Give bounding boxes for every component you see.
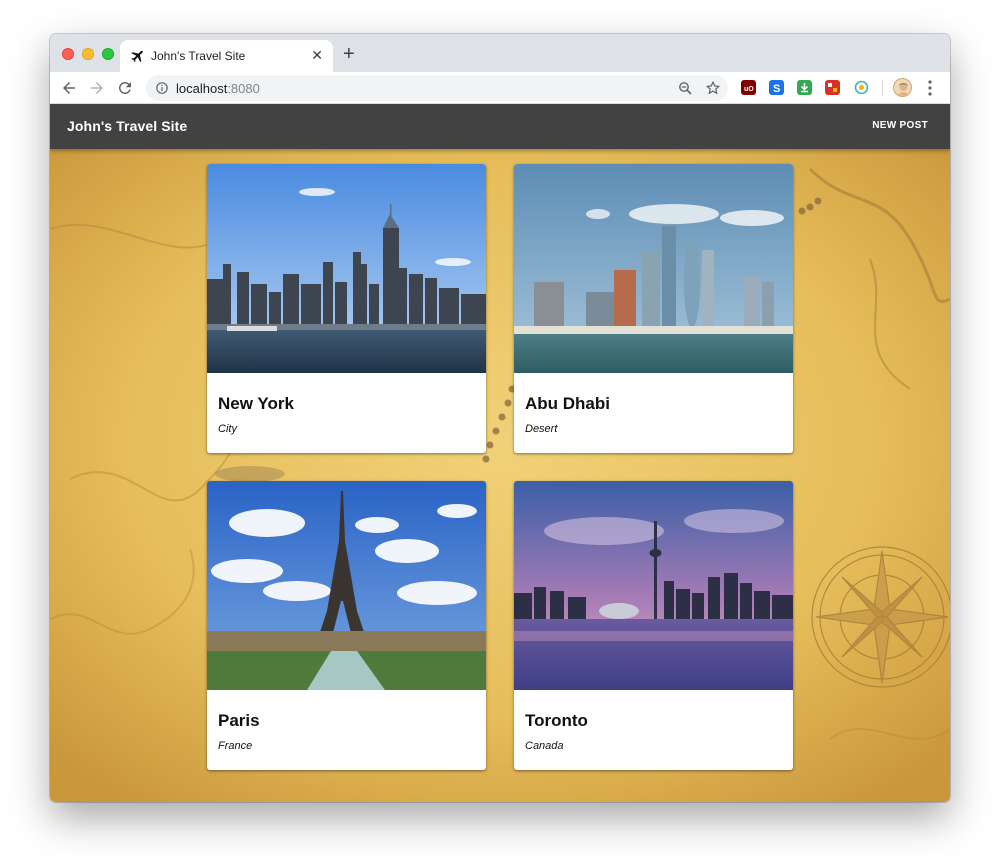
- minimize-window-button[interactable]: [82, 48, 94, 60]
- svg-text:S: S: [773, 83, 780, 95]
- svg-text:uO: uO: [744, 86, 754, 93]
- app-content: John's Travel Site NEW POST New York Cit…: [50, 104, 950, 802]
- s-extension-icon[interactable]: S: [769, 80, 784, 95]
- post-card-new-york[interactable]: New York City: [207, 164, 486, 453]
- post-title: Abu Dhabi: [525, 394, 610, 413]
- ublock-extension-icon[interactable]: uO: [741, 80, 756, 95]
- toolbar-separator: [882, 80, 883, 96]
- close-window-button[interactable]: [62, 48, 74, 60]
- airplane-icon: [131, 50, 143, 63]
- abu-dhabi-skyline-image: [514, 164, 793, 373]
- url-text: localhost:8080: [176, 81, 260, 96]
- new-post-button[interactable]: NEW POST: [872, 120, 928, 131]
- info-icon[interactable]: [156, 82, 168, 94]
- post-subtitle: Desert: [525, 423, 558, 435]
- post-card-paris[interactable]: Paris France: [207, 481, 486, 770]
- browser-toolbar: localhost:8080 uO S: [50, 72, 950, 104]
- forward-arrow-icon[interactable]: [88, 79, 106, 97]
- new-york-skyline-image: [207, 164, 486, 373]
- download-extension-icon[interactable]: [797, 80, 812, 95]
- post-card-abu-dhabi[interactable]: Abu Dhabi Desert: [514, 164, 793, 453]
- site-title[interactable]: John's Travel Site: [67, 118, 187, 134]
- tab-title: John's Travel Site: [151, 49, 246, 63]
- post-title: Toronto: [525, 711, 588, 730]
- post-subtitle: Canada: [525, 740, 564, 752]
- profile-avatar[interactable]: [893, 78, 912, 97]
- url-port: :8080: [227, 81, 260, 96]
- reload-icon[interactable]: [116, 79, 134, 97]
- post-subtitle: City: [218, 423, 237, 435]
- app-bar: John's Travel Site NEW POST: [50, 104, 950, 149]
- zoom-out-icon[interactable]: [678, 81, 692, 95]
- more-menu-icon[interactable]: [926, 79, 934, 97]
- address-bar[interactable]: localhost:8080: [146, 75, 728, 101]
- paris-eiffel-tower-image: [207, 481, 486, 690]
- back-arrow-icon[interactable]: [60, 79, 78, 97]
- bookmark-star-icon[interactable]: [706, 81, 720, 95]
- puzzle-extension-icon[interactable]: [825, 80, 840, 95]
- new-tab-button[interactable]: +: [343, 44, 355, 64]
- maximize-window-button[interactable]: [102, 48, 114, 60]
- map-background: [50, 149, 950, 802]
- tab-strip: John's Travel Site ✕ +: [50, 34, 950, 72]
- toronto-skyline-image: [514, 481, 793, 690]
- post-title: Paris: [218, 711, 260, 730]
- post-title: New York: [218, 394, 294, 413]
- browser-window: John's Travel Site ✕ + localhost:8080 uO…: [50, 34, 950, 802]
- url-host: localhost: [176, 81, 228, 96]
- post-subtitle: France: [218, 740, 253, 752]
- target-extension-icon[interactable]: [854, 80, 869, 95]
- post-card-toronto[interactable]: Toronto Canada: [514, 481, 793, 770]
- browser-tab[interactable]: John's Travel Site ✕: [120, 40, 333, 72]
- tab-close-icon[interactable]: ✕: [311, 47, 323, 63]
